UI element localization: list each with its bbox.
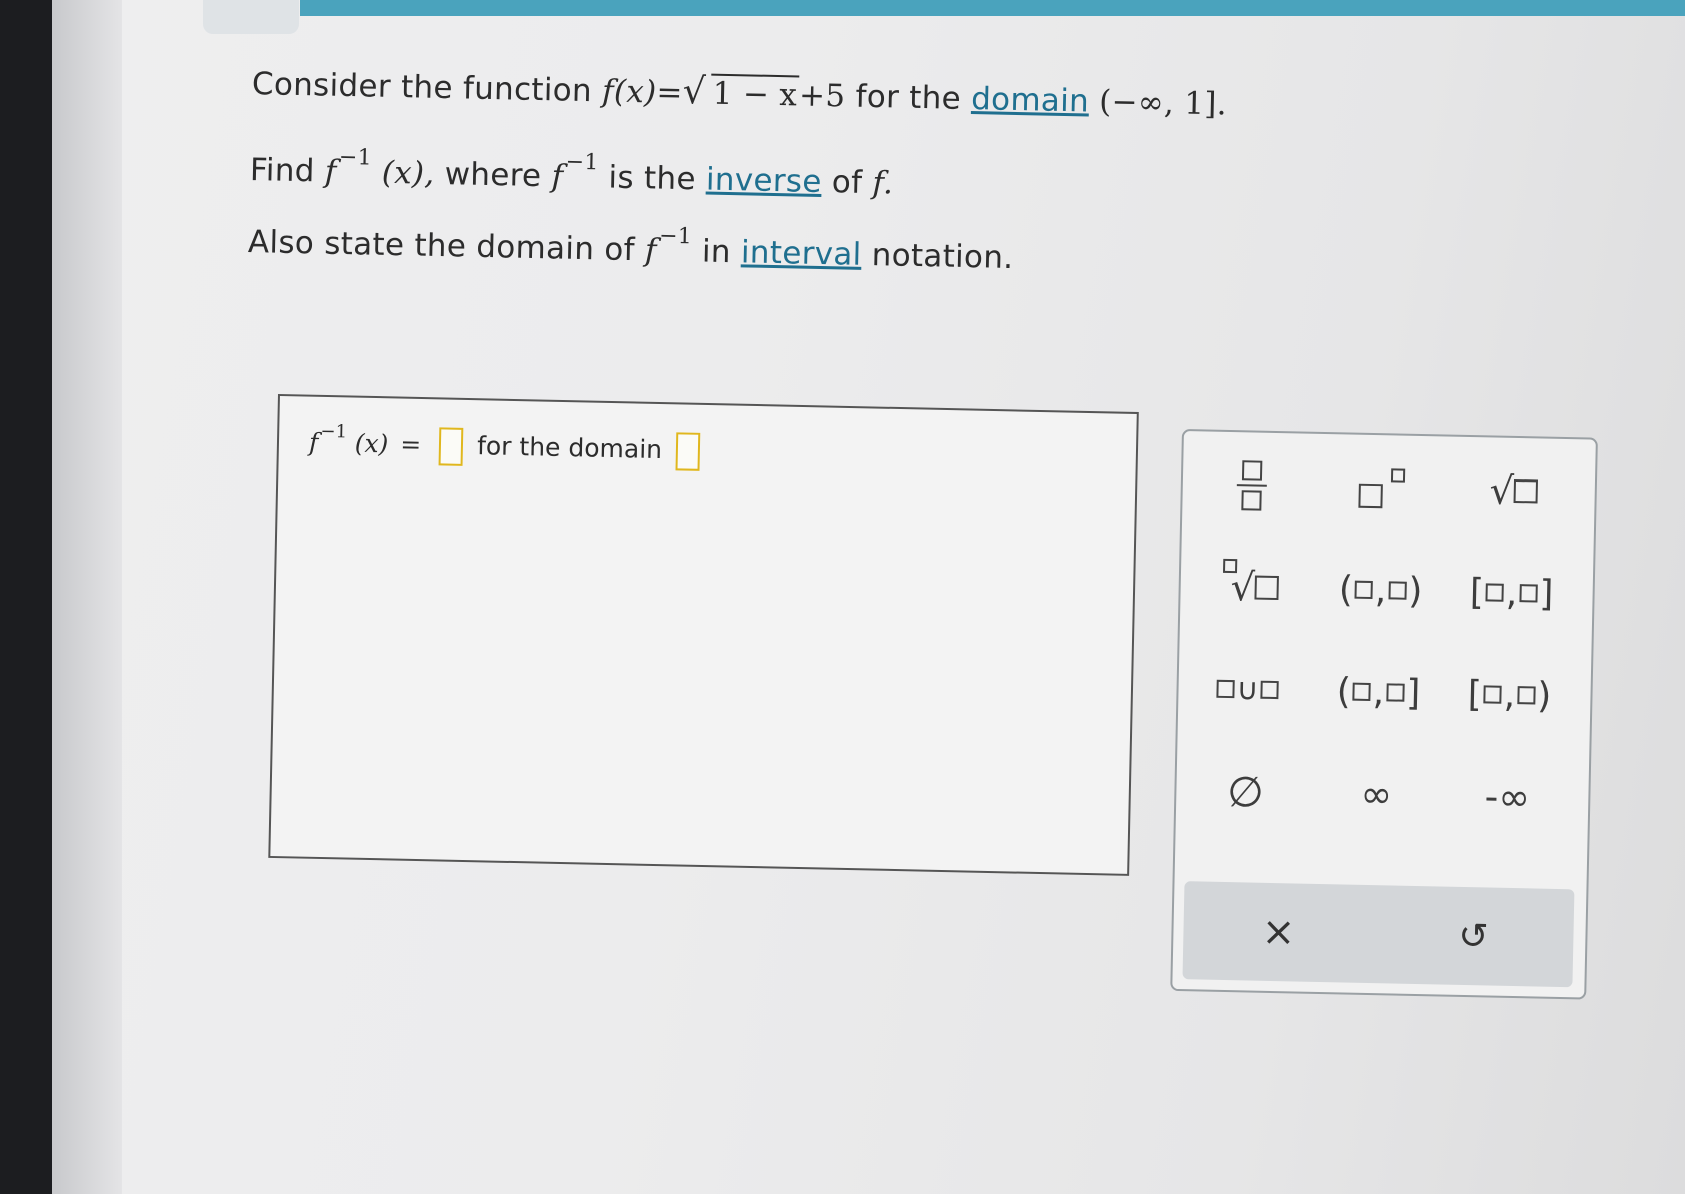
negative-infinity-button[interactable]: -∞: [1452, 761, 1563, 833]
collapse-tab[interactable]: [203, 0, 475, 34]
empty-set-button[interactable]: ∅: [1190, 755, 1301, 827]
fraction-button[interactable]: [1196, 449, 1307, 521]
union-icon: ∪: [1216, 671, 1279, 707]
union-button[interactable]: ∪: [1192, 653, 1303, 725]
clear-button[interactable]: ×: [1182, 881, 1374, 983]
closed-open-interval-icon: [,): [1467, 673, 1552, 717]
closed-interval-button[interactable]: [,]: [1456, 557, 1567, 629]
open-interval-button[interactable]: (,): [1325, 554, 1436, 626]
undo-button[interactable]: ↺: [1377, 885, 1569, 987]
undo-icon: ↺: [1457, 915, 1489, 958]
keypad-action-bar: × ↺: [1182, 881, 1575, 988]
interval-link[interactable]: interval: [741, 234, 862, 273]
square-root-expression: √ 1 − x: [682, 71, 800, 114]
given-domain: (−∞, 1].: [1098, 83, 1228, 123]
infinity-icon: ∞: [1360, 771, 1393, 817]
empty-set-icon: ∅: [1226, 766, 1265, 817]
closed-interval-icon: [,]: [1469, 571, 1554, 615]
half-open-left-closed-button[interactable]: [,): [1454, 659, 1565, 731]
half-open-right-closed-button[interactable]: (,]: [1323, 656, 1434, 728]
negative-infinity-icon: -∞: [1484, 774, 1531, 820]
radical-sign: √: [682, 71, 707, 113]
sqrt-button[interactable]: √: [1458, 455, 1569, 527]
nth-root-button[interactable]: √: [1194, 551, 1305, 623]
answer-area: f−1 (x) = for the domain: [268, 394, 1139, 876]
radicand: 1 − x: [710, 73, 800, 114]
close-icon: ×: [1261, 908, 1296, 956]
sqrt-icon: √: [1489, 468, 1539, 513]
fraction-icon: [1236, 460, 1267, 511]
math-keypad: √ √ (,) [,] ∪ (,] [,) ∅ ∞ -∞ × ↺: [1170, 429, 1598, 1000]
domain-input[interactable]: [675, 432, 701, 471]
bezel-edge: [52, 0, 122, 1194]
inverse-link[interactable]: inverse: [706, 162, 822, 200]
exponent-icon: [1358, 468, 1407, 509]
top-accent-bar: [300, 0, 1685, 16]
exponent-button[interactable]: [1327, 452, 1438, 524]
nth-root-icon: √: [1220, 558, 1280, 610]
answer-line: f−1 (x) = for the domain: [309, 421, 707, 471]
inverse-function-input[interactable]: [438, 427, 464, 466]
open-interval-icon: (,): [1338, 568, 1423, 612]
open-closed-interval-icon: (,]: [1336, 670, 1421, 714]
function-name: f: [601, 73, 615, 110]
infinity-button[interactable]: ∞: [1321, 758, 1432, 830]
domain-link[interactable]: domain: [971, 81, 1090, 119]
